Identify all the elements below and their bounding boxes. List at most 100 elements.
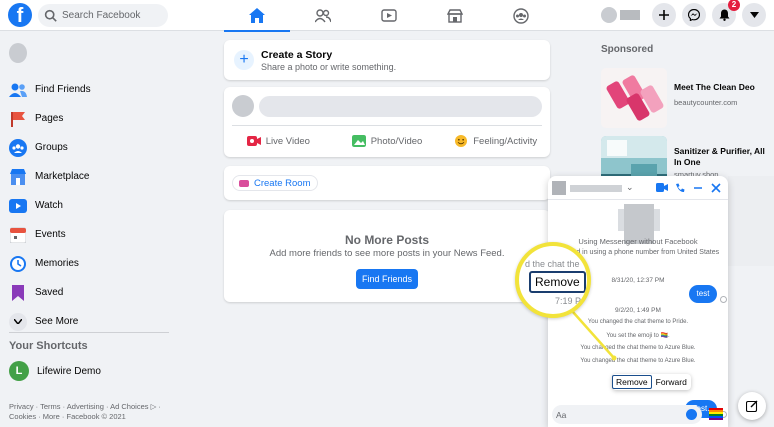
sidebar-item-groups[interactable]: Groups bbox=[0, 133, 175, 162]
plus-icon: + bbox=[234, 50, 254, 70]
live-video-button[interactable]: Live Video bbox=[224, 129, 333, 153]
ad-title: Meet The Clean Deo bbox=[674, 82, 755, 92]
messenger-icon bbox=[688, 9, 700, 21]
whats-on-your-mind-input[interactable] bbox=[259, 96, 542, 117]
photo-icon bbox=[351, 135, 366, 147]
composer-divider bbox=[232, 125, 542, 126]
video-camera-icon bbox=[239, 179, 249, 187]
top-navigation-bar: f 2 bbox=[0, 0, 774, 32]
create-story-card[interactable]: + Create a Story Share a photo or write … bbox=[224, 40, 550, 80]
facebook-logo[interactable]: f bbox=[8, 3, 32, 27]
photo-video-label: Photo/Video bbox=[370, 135, 423, 147]
sidebar-item-memories[interactable]: Memories bbox=[0, 249, 175, 278]
chevron-down-icon bbox=[9, 312, 27, 331]
sidebar-item-label: Events bbox=[35, 229, 66, 240]
no-more-posts-card: No More Posts Add more friends to see mo… bbox=[224, 210, 550, 302]
ad-item[interactable]: Meet The Clean Deo beautycounter.com bbox=[601, 68, 766, 128]
timestamp: 9/2/20, 1:49 PM bbox=[615, 307, 661, 314]
groups-icon bbox=[513, 7, 529, 24]
zoom-remove-highlight: Remove bbox=[529, 271, 586, 293]
composer-actions: Live Video Photo/Video Feeling/Activity bbox=[224, 129, 550, 153]
bookmark-icon bbox=[9, 284, 27, 302]
flag-icon bbox=[9, 110, 27, 128]
account-tools: 2 bbox=[601, 0, 766, 27]
feeling-activity-button[interactable]: Feeling/Activity bbox=[441, 129, 550, 153]
sidebar-item-events[interactable]: Events bbox=[0, 220, 175, 249]
messenger-button[interactable] bbox=[682, 3, 706, 27]
emoji-icon[interactable] bbox=[686, 409, 697, 420]
zoom-callout: d the chat the Remove 7:19 P bbox=[515, 242, 591, 318]
chat-header-tools bbox=[655, 181, 722, 194]
groups-icon bbox=[9, 138, 27, 157]
sidebar-item-label: Marketplace bbox=[35, 171, 90, 182]
create-button[interactable] bbox=[652, 3, 676, 27]
feeling-activity-label: Feeling/Activity bbox=[473, 135, 538, 147]
minimize-icon[interactable] bbox=[691, 181, 704, 194]
tab-marketplace[interactable] bbox=[422, 0, 488, 31]
footer-line-1[interactable]: Privacy · Terms · Advertising · Ad Choic… bbox=[9, 402, 189, 412]
sidebar-item-label: See More bbox=[35, 316, 79, 327]
create-room-label: Create Room bbox=[254, 177, 311, 189]
phone-call-icon[interactable] bbox=[673, 181, 686, 194]
contact-name-blurred[interactable] bbox=[570, 185, 622, 192]
tab-home[interactable] bbox=[224, 0, 290, 32]
sidebar-item-marketplace[interactable]: Marketplace bbox=[0, 162, 175, 191]
find-friends-button[interactable]: Find Friends bbox=[356, 269, 418, 289]
contact-avatar[interactable] bbox=[552, 181, 566, 195]
shortcut-label: Lifewire Demo bbox=[37, 365, 101, 377]
ad-title: Sanitizer & Purifier, All In One bbox=[674, 146, 765, 167]
notifications-button[interactable]: 2 bbox=[712, 0, 740, 27]
video-call-icon[interactable] bbox=[655, 181, 668, 194]
notification-badge: 2 bbox=[728, 0, 740, 11]
profile-shortcut[interactable] bbox=[601, 7, 640, 23]
sidebar-item-watch[interactable]: Watch bbox=[0, 191, 175, 220]
clock-icon bbox=[9, 255, 27, 273]
read-receipt-icon bbox=[720, 296, 727, 303]
sidebar-item-pages[interactable]: Pages bbox=[0, 104, 175, 133]
avatar bbox=[601, 7, 617, 23]
profile-avatar bbox=[9, 43, 27, 63]
live-video-label: Live Video bbox=[265, 135, 310, 147]
sidebar-item-label: Groups bbox=[35, 142, 68, 153]
forward-option[interactable]: Forward bbox=[652, 376, 691, 388]
chevron-down-icon[interactable]: ⌄ bbox=[626, 182, 634, 193]
no-more-posts-title: No More Posts bbox=[344, 233, 429, 247]
tab-watch[interactable] bbox=[356, 0, 422, 31]
new-message-button[interactable] bbox=[738, 392, 766, 420]
remove-option[interactable]: Remove bbox=[612, 375, 652, 389]
chat-composer: Aa bbox=[548, 402, 728, 427]
photo-video-button[interactable]: Photo/Video bbox=[333, 129, 442, 153]
close-icon[interactable] bbox=[709, 181, 722, 194]
search-box[interactable] bbox=[38, 4, 168, 27]
sidebar-item-saved[interactable]: Saved bbox=[0, 278, 175, 307]
sidebar-profile[interactable] bbox=[0, 31, 175, 75]
marketplace-icon bbox=[9, 168, 27, 186]
ad-url: beautycounter.com bbox=[674, 98, 738, 107]
tab-friends[interactable] bbox=[290, 0, 356, 31]
message-context-menu: Remove Forward bbox=[612, 374, 691, 390]
shortcut-lifewire-demo[interactable]: L Lifewire Demo bbox=[9, 361, 101, 381]
search-icon bbox=[44, 9, 57, 22]
footer-line-2[interactable]: Cookies · More · Facebook © 2021 bbox=[9, 412, 189, 422]
left-sidebar: Find Friends Pages Groups Marketplace Wa… bbox=[0, 31, 175, 336]
message-input[interactable]: Aa bbox=[552, 405, 702, 424]
create-room-card: Create Room bbox=[224, 166, 550, 200]
sidebar-item-label: Pages bbox=[35, 113, 64, 124]
tab-groups[interactable] bbox=[488, 0, 554, 31]
outgoing-message[interactable]: test bbox=[689, 285, 717, 303]
sidebar-item-label: Watch bbox=[35, 200, 63, 211]
caret-down-icon bbox=[749, 12, 759, 18]
create-room-button[interactable]: Create Room bbox=[232, 175, 318, 191]
sidebar-divider bbox=[9, 332, 169, 333]
pride-flag-quick-reaction-icon[interactable] bbox=[709, 408, 723, 420]
search-input[interactable] bbox=[62, 10, 162, 21]
zoom-background-text: 7:19 P bbox=[555, 296, 582, 306]
main-nav-tabs bbox=[224, 0, 554, 32]
system-message: You changed the chat theme to Azure Blue… bbox=[580, 345, 696, 351]
sidebar-item-label: Saved bbox=[35, 287, 64, 298]
smiley-icon bbox=[455, 135, 468, 147]
plus-icon bbox=[659, 10, 669, 20]
sidebar-item-find-friends[interactable]: Find Friends bbox=[0, 75, 175, 104]
account-menu-button[interactable] bbox=[742, 3, 766, 27]
story-subtitle: Share a photo or write something. bbox=[261, 62, 397, 72]
